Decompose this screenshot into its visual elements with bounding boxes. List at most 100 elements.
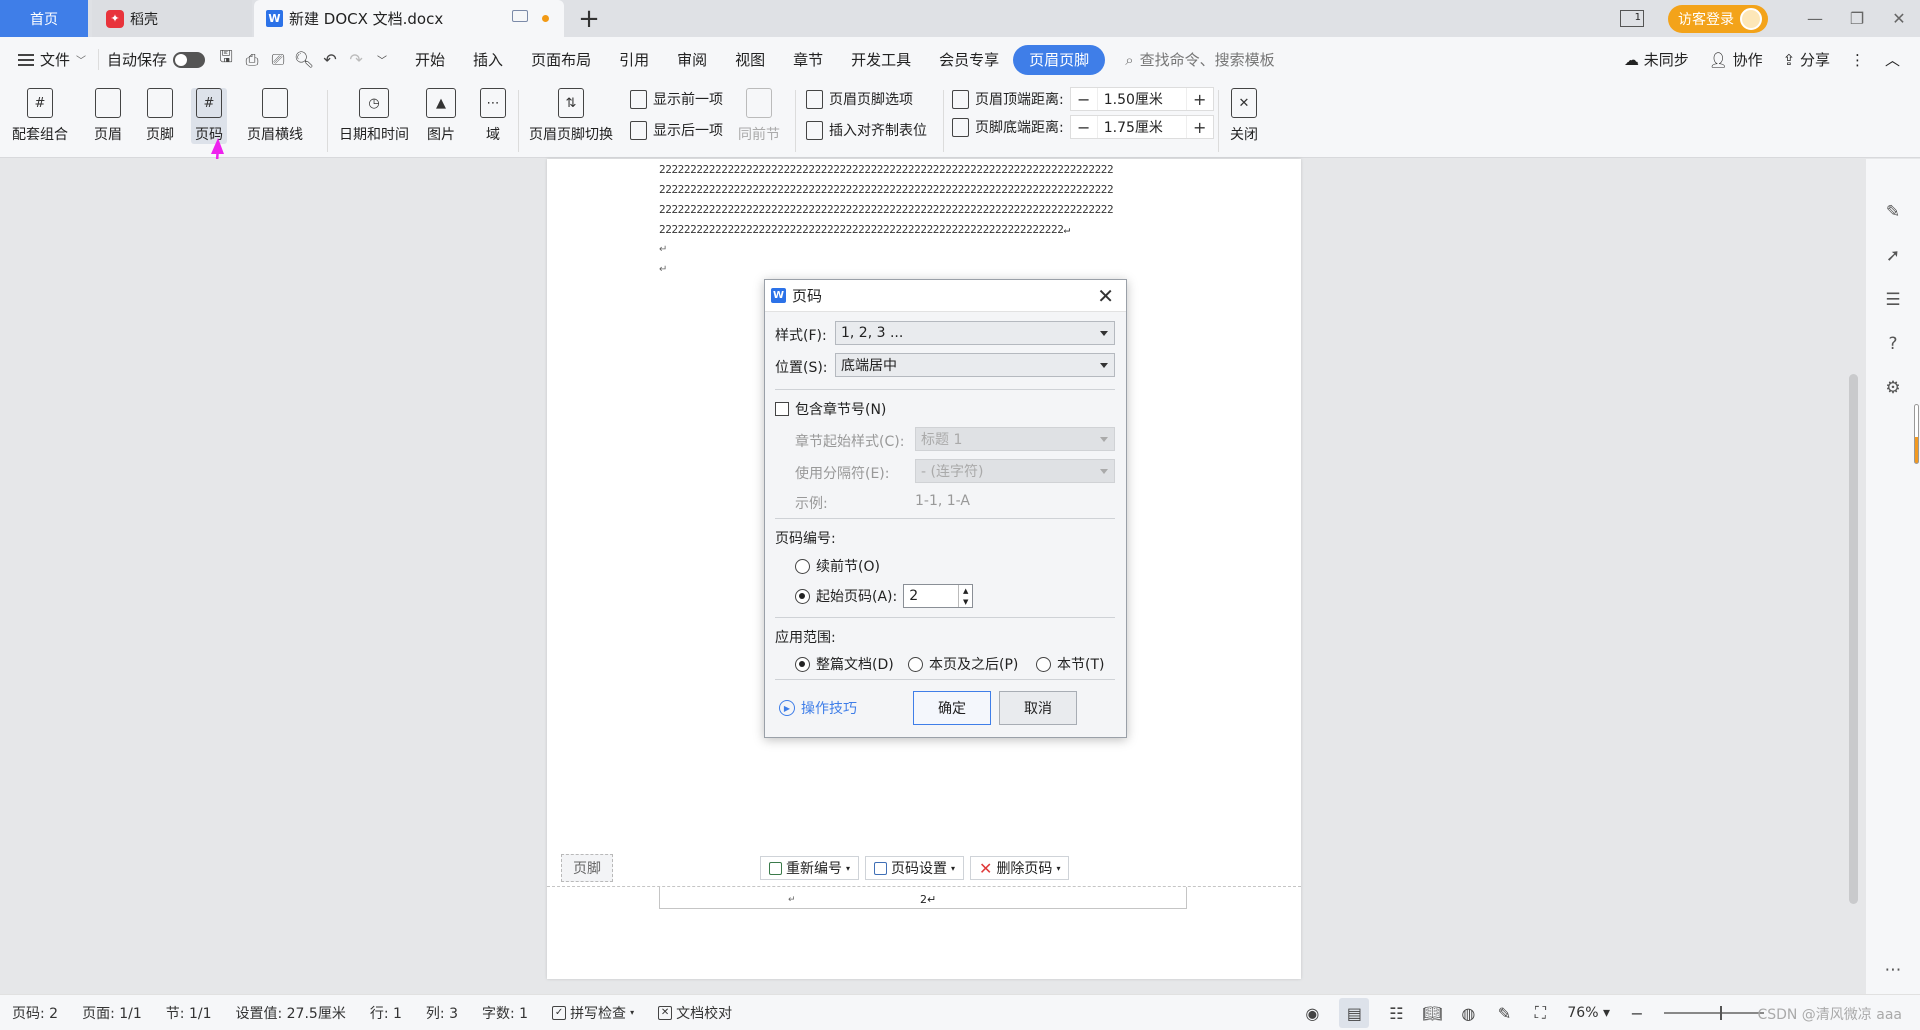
quick-access-dropdown-icon[interactable]: ﹀ [369,47,395,73]
autosave-toggle[interactable] [173,51,206,68]
page-indicator-icon[interactable]: 1 [1620,10,1644,27]
zoom-level[interactable]: 76% ▾ [1567,1005,1610,1021]
dialog-title-bar[interactable]: W 页码 [765,280,1126,312]
stepper-down-icon[interactable]: ▼ [963,598,968,606]
status-pages[interactable]: 页面: 1/1 [70,1003,154,1023]
print-preview-icon[interactable]: 🔍︎ [291,47,317,73]
save-icon[interactable]: 🖫 [213,47,239,73]
help-icon[interactable]: ? [1882,333,1904,355]
increase-button[interactable]: + [1187,116,1213,138]
dialog-close-button[interactable]: ✕ [1097,284,1114,308]
stepper-arrows[interactable]: ▲ ▼ [958,585,972,607]
text-line[interactable]: 2222222222222222222222222222222222222222… [659,163,1114,176]
sliders-icon[interactable]: ☰ [1882,289,1904,311]
read-view-icon[interactable]: 📖︎ [1422,1004,1442,1023]
menu-tab[interactable]: 章节 [779,45,837,75]
start-at-radio[interactable]: 起始页码(A): 2 ▲ ▼ [795,584,974,608]
redo-icon[interactable]: ↷ [343,47,369,73]
minimize-button[interactable]: — [1794,0,1836,37]
undo-icon[interactable]: ↶ [317,47,343,73]
zoom-out-button[interactable]: − [1628,1004,1646,1023]
show-prev-button[interactable]: 显示前一项 [630,89,723,109]
menu-tab[interactable]: 页眉页脚 [1013,44,1106,75]
outline-view-icon[interactable]: ☷ [1387,1004,1405,1023]
radio-icon[interactable] [908,656,923,672]
more-icon[interactable]: ⋯ [1882,959,1904,981]
position-select[interactable]: 底端居中 [835,353,1115,377]
menu-tab[interactable]: 开发工具 [837,45,925,75]
text-line[interactable]: 2222222222222222222222222222222222222222… [659,203,1114,216]
stepper-up-icon[interactable]: ▲ [963,587,968,595]
close-header-footer-button[interactable]: ✕ 关闭 [1230,88,1258,144]
scope-section-radio[interactable]: 本节(T) [1036,654,1104,674]
command-search[interactable]: ⌕ 查找命令、搜索模板 [1125,49,1274,70]
tab-home[interactable]: 首页 [0,0,88,37]
header-line-button[interactable]: 页眉横线 [247,88,303,144]
share-button[interactable]: ⇪ 分享 [1783,49,1830,70]
new-tab-button[interactable]: + [574,4,604,34]
menu-tab[interactable]: 开始 [401,45,459,75]
cancel-button[interactable]: 取消 [999,691,1077,725]
monitor-icon[interactable] [512,10,528,22]
restore-button[interactable]: ❐ [1836,0,1878,37]
sync-button[interactable]: ☁ 未同步 [1624,49,1689,70]
decrease-button[interactable]: − [1071,88,1097,110]
style-select[interactable]: 1, 2, 3 ... [835,321,1115,345]
menu-tab[interactable]: 视图 [721,45,779,75]
settings-icon[interactable]: ⚙ [1882,377,1904,399]
write-view-icon[interactable]: ✎ [1495,1004,1513,1023]
tab-document[interactable]: W 新建 DOCX 文档.docx [254,0,564,37]
web-view-icon[interactable]: ◍ [1459,1004,1477,1023]
tab-daoke[interactable]: ✦ 稻壳 [92,0,252,37]
field-button[interactable]: ⋯ 域 [480,88,506,144]
fit-page-icon[interactable]: ⛶ [1531,1003,1549,1022]
show-next-button[interactable]: 显示后一项 [630,120,723,140]
proofread-button[interactable]: ✕ 文档校对 [646,1003,744,1023]
pen-icon[interactable]: ✎ [1882,201,1904,223]
status-section[interactable]: 节: 1/1 [154,1003,224,1023]
export-pdf-icon[interactable]: ⎙ [239,47,265,73]
collapse-ribbon-icon[interactable]: ︿ [1885,49,1900,70]
spell-check-button[interactable]: ✓ 拼写检查 ▾ [540,1003,646,1023]
picture-button[interactable]: ▲ 图片 [426,88,456,144]
menu-tab[interactable]: 插入 [459,45,517,75]
include-chapter-checkbox[interactable]: 包含章节号(N) [775,399,886,419]
start-page-value[interactable]: 2 [909,588,918,604]
footer-area[interactable]: ↵ 2↵ [659,887,1187,909]
separator-select[interactable]: - (连字符) [915,459,1115,483]
text-line[interactable]: 2222222222222222222222222222222222222222… [659,183,1114,196]
footer-button[interactable]: 页脚 [146,88,174,144]
menu-tab[interactable]: 会员专享 [925,45,1013,75]
file-menu[interactable]: 文件 ﹀ [0,49,98,70]
decrease-button[interactable]: − [1071,116,1097,138]
login-button[interactable]: 访客登录 [1668,4,1768,33]
same-as-prev-button[interactable]: 同前节 [738,88,780,144]
menu-tab[interactable]: 页面布局 [517,45,605,75]
continue-prev-radio[interactable]: 续前节(O) [795,556,880,576]
page-view-icon[interactable]: ▤ [1339,998,1370,1028]
datetime-button[interactable]: ◷ 日期和时间 [339,88,409,144]
vertical-scrollbar[interactable] [1846,159,1860,994]
status-col[interactable]: 列: 3 [414,1003,470,1023]
tips-link[interactable]: ▶ 操作技巧 [779,698,857,718]
checkbox-icon[interactable] [775,402,789,416]
footer-page-number[interactable]: 2↵ [920,893,936,906]
scope-whole-radio[interactable]: 整篇文档(D) [795,654,894,674]
scope-after-radio[interactable]: 本页及之后(P) [908,654,1018,674]
delete-page-number-button[interactable]: ✕ 删除页码 ▾ [970,856,1070,880]
increase-button[interactable]: + [1187,88,1213,110]
text-line[interactable]: 2222222222222222222222222222222222222222… [659,223,1070,236]
start-page-stepper[interactable]: 2 ▲ ▼ [903,584,974,608]
renumber-button[interactable]: 重新编号 ▾ [760,856,860,880]
header-top-value[interactable]: 1.50厘米 [1096,88,1187,110]
more-menu-icon[interactable]: ⋮ [1850,51,1865,69]
switch-header-footer-button[interactable]: ⇅ 页眉页脚切换 [529,88,613,144]
cursor-icon[interactable]: ➚ [1882,245,1904,267]
status-page-number[interactable]: 页码: 2 [0,1003,70,1023]
eye-icon[interactable]: ◉ [1303,1004,1321,1023]
radio-icon[interactable] [795,656,810,672]
header-top-stepper[interactable]: − 1.50厘米 + [1069,87,1214,111]
zoom-slider[interactable] [1664,1006,1764,1020]
header-button[interactable]: 页眉 [94,88,122,144]
footer-bottom-stepper[interactable]: − 1.75厘米 + [1069,115,1214,139]
